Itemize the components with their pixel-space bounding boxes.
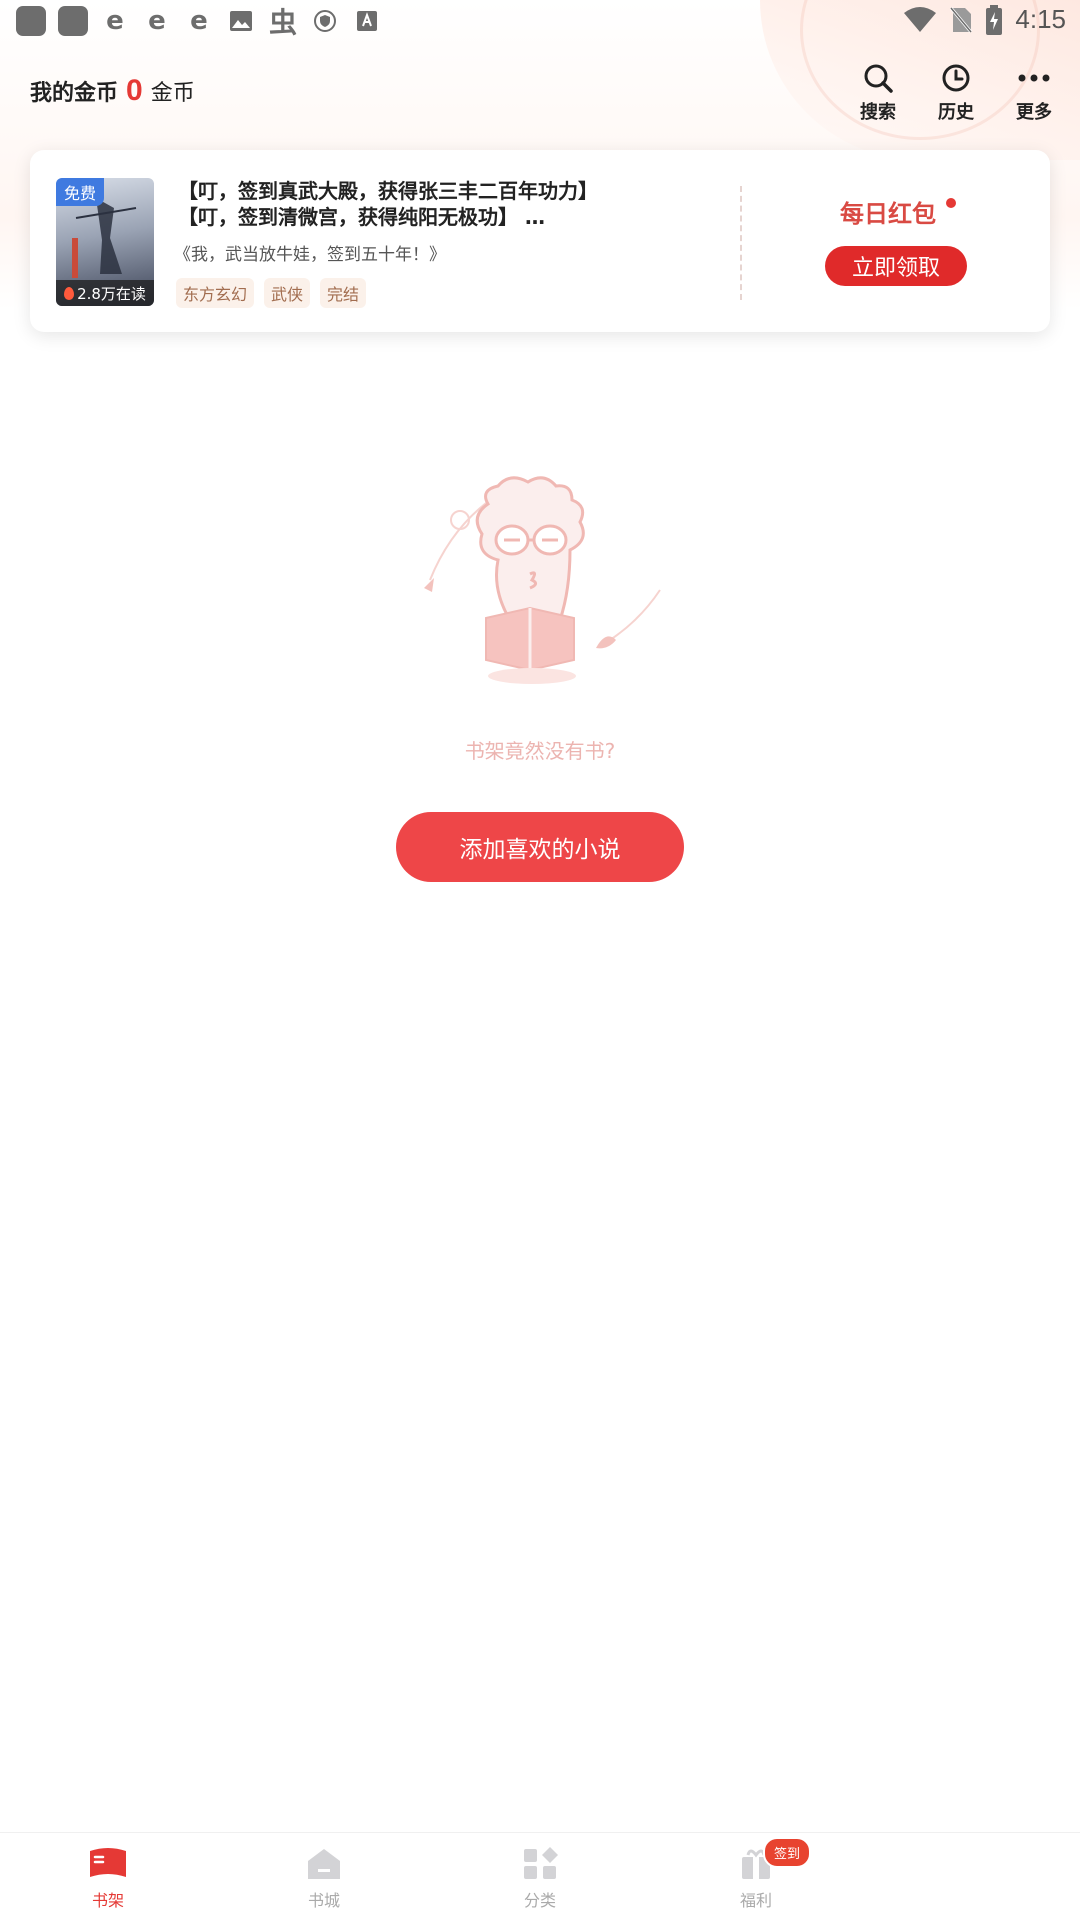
coins-unit: 金币 xyxy=(150,81,195,106)
book-cover[interactable]: 免费 2.8万在读 xyxy=(56,178,154,306)
empty-message: 书架竟然没有书? xyxy=(464,739,616,763)
history-button[interactable]: 历史 xyxy=(934,62,978,124)
claim-now-button[interactable]: 立即领取 xyxy=(825,246,967,286)
readers-count: 2.8万在读 xyxy=(56,280,154,306)
more-label: 更多 xyxy=(1016,102,1052,123)
search-button[interactable]: 搜索 xyxy=(856,62,900,124)
bug-icon: 虫 xyxy=(268,6,297,39)
my-coins[interactable]: 我的金币 0 金币 xyxy=(30,74,195,108)
coins-value: 0 xyxy=(126,74,143,107)
notification-icons: e e e 虫 xyxy=(16,6,382,39)
bookshelf-icon xyxy=(90,1848,126,1877)
no-sim-icon xyxy=(950,6,973,33)
book-tag: 东方玄幻 xyxy=(176,278,255,308)
browser-icon: e xyxy=(190,6,208,36)
card-divider xyxy=(740,186,742,300)
more-button[interactable]: 更多 xyxy=(1012,62,1056,124)
empty-bookshelf-illustration xyxy=(424,476,661,684)
browser-icon: e xyxy=(148,6,166,36)
flame-icon xyxy=(64,286,75,300)
history-label: 历史 xyxy=(938,102,974,123)
bottom-navigation: 书架 书城 分类 福利 xyxy=(0,1832,1080,1920)
notification-dot xyxy=(946,198,956,208)
nav-label: 分类 xyxy=(523,1891,556,1910)
nav-item-category[interactable]: 分类 xyxy=(500,1847,580,1911)
system-status: 4:15 xyxy=(903,4,1066,35)
free-tag: 免费 xyxy=(56,178,105,206)
battery-charging-icon xyxy=(986,4,1003,35)
nav-label: 书架 xyxy=(91,1891,124,1910)
promo-title-line1: 【叮，签到真武大殿，获得张三丰二百年功力】 xyxy=(178,179,598,203)
daily-red-packet-title: 每日红包 xyxy=(840,200,936,228)
nav-label: 书城 xyxy=(307,1891,340,1910)
readers-text: 2.8万在读 xyxy=(77,284,146,303)
promo-card[interactable]: 免费 2.8万在读 【叮，签到真武大殿，获得张三丰二百年功力】 【叮，签到清微宫… xyxy=(30,150,1050,332)
nav-item-bookshelf[interactable]: 书架 xyxy=(68,1847,148,1911)
coins-label: 我的金币 xyxy=(30,81,119,106)
checkin-badge[interactable]: 签到 xyxy=(763,1837,812,1868)
shield-icon xyxy=(310,6,340,36)
category-icon xyxy=(524,1847,558,1879)
more-icon xyxy=(1018,74,1050,82)
history-icon xyxy=(942,64,970,92)
nav-item-bookstore[interactable]: 书城 xyxy=(284,1847,364,1911)
book-name: 《我，武当放牛娃，签到五十年！》 xyxy=(174,245,446,265)
promo-title-line2: 【叮，签到清微宫，获得纯阳无极功】 … xyxy=(178,205,545,229)
app-notification-icon xyxy=(16,6,46,36)
book-tags: 东方玄幻 武侠 完结 xyxy=(176,278,367,308)
nav-label: 福利 xyxy=(739,1891,772,1910)
header-actions: 搜索 历史 更多 xyxy=(856,62,1056,124)
wifi-icon xyxy=(904,6,937,32)
app-notification-icon xyxy=(58,6,88,36)
browser-icon: e xyxy=(106,6,124,36)
search-icon xyxy=(864,64,893,93)
image-icon xyxy=(226,6,256,36)
book-tag: 完结 xyxy=(320,278,367,308)
book-tag: 武侠 xyxy=(264,278,311,308)
bookstore-icon xyxy=(308,1849,340,1879)
promo-title: 【叮，签到真武大殿，获得张三丰二百年功力】 【叮，签到清微宫，获得纯阳无极功】 … xyxy=(178,178,778,230)
search-label: 搜索 xyxy=(860,102,896,123)
clock: 4:15 xyxy=(1015,4,1066,34)
add-favorite-novels-button[interactable]: 添加喜欢的小说 xyxy=(396,812,684,882)
text-icon xyxy=(352,6,382,36)
status-bar: e e e 虫 4:15 xyxy=(0,0,1080,44)
